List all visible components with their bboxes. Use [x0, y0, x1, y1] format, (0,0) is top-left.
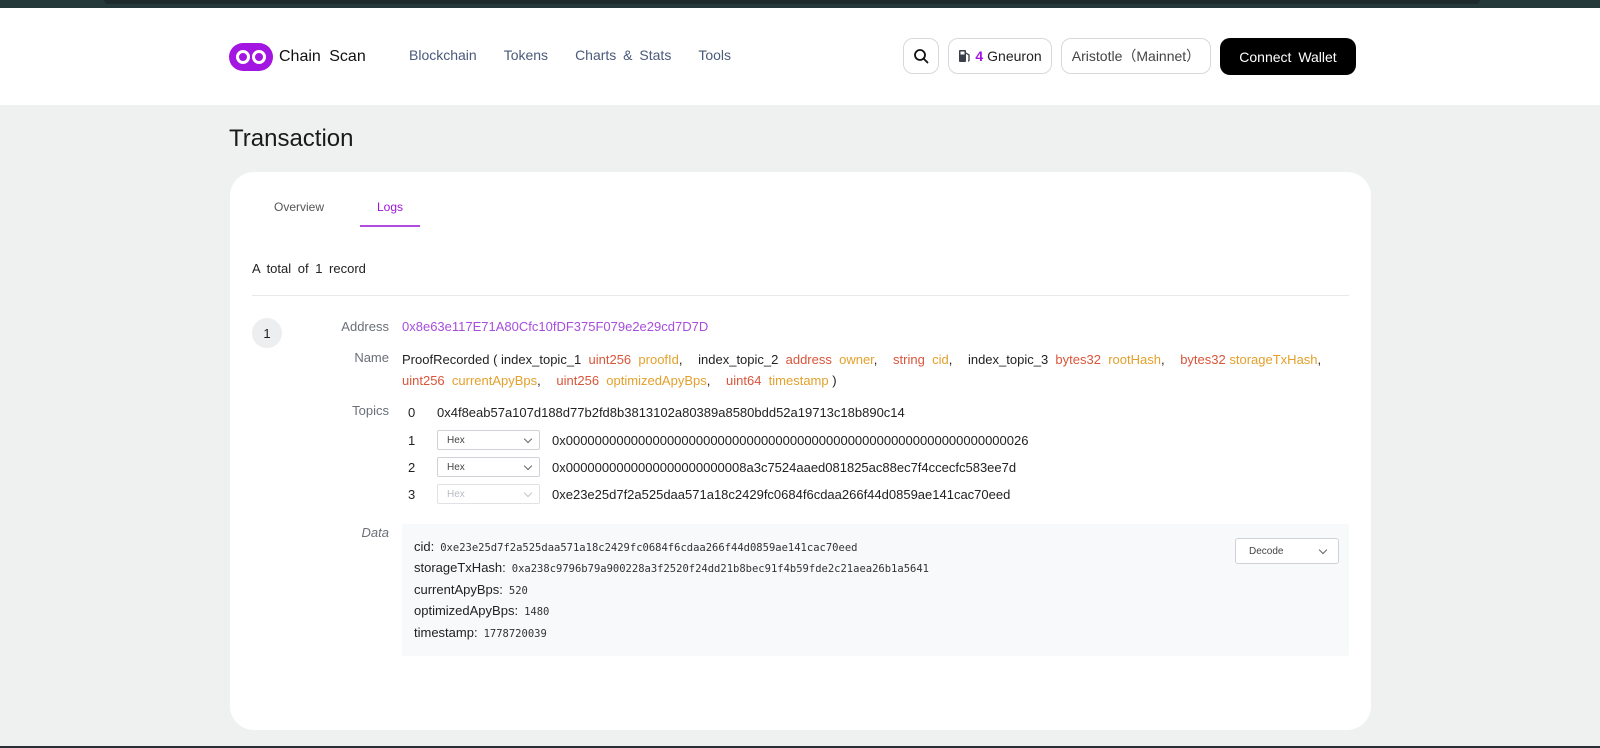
logo[interactable]: Chain Scan — [229, 43, 366, 71]
name-label: Name — [354, 350, 389, 365]
param-name: cid — [932, 352, 949, 367]
gas-unit: Gneuron — [987, 48, 1042, 64]
topic-index: 0 — [408, 404, 416, 420]
gas-price-button[interactable]: 4 Gneuron — [948, 38, 1052, 74]
param-type: uint256 — [402, 373, 445, 388]
topic-format-select[interactable]: Hex — [437, 430, 540, 450]
event-name: ProofRecorded — [402, 352, 490, 367]
network-selector[interactable]: Aristotle（Mainnet） — [1061, 38, 1211, 74]
active-tab-indicator — [360, 225, 420, 227]
data-row: timestamp: 1778720039 — [414, 625, 547, 640]
topic-index: 1 — [408, 432, 416, 448]
nav-blockchain[interactable]: Blockchain — [409, 47, 477, 63]
tab-overview[interactable]: Overview — [274, 200, 324, 214]
param-type: uint64 — [726, 373, 762, 388]
event-signature: ProofRecorded ( index_topic_1 uint256 pr… — [402, 352, 1322, 388]
param-name: owner — [839, 352, 874, 367]
page-title: Transaction — [229, 125, 354, 152]
param-name: proofId — [638, 352, 679, 367]
data-value: 0xa238c9796b79a900228a3f2520f24dd21b8bec… — [511, 563, 929, 575]
connect-wallet-button[interactable]: Connect Wallet — [1220, 38, 1356, 75]
decode-select[interactable]: Decode — [1235, 538, 1339, 564]
gas-pump-icon — [959, 50, 971, 62]
param-prefix: index_topic_2 — [698, 352, 779, 367]
site-header: Chain Scan Blockchain Tokens Charts & St… — [0, 8, 1600, 105]
data-key: storageTxHash: — [414, 560, 506, 575]
top-strip — [0, 0, 1600, 8]
chevron-down-icon — [523, 434, 533, 443]
search-icon — [914, 49, 929, 64]
logo-text: Chain Scan — [279, 48, 366, 65]
param-type: bytes32 — [1180, 352, 1226, 367]
param-name: currentApyBps — [451, 373, 538, 388]
data-label: Data — [361, 525, 389, 540]
data-key: timestamp: — [414, 625, 478, 640]
tab-logs[interactable]: Logs — [377, 200, 403, 214]
topic-row: 3 Hex 0xe23e25d7f2a525daa571a18c2429fc06… — [402, 483, 1010, 505]
address-label: Address — [341, 319, 389, 334]
topic-row: 1 Hex 0x00000000000000000000000000000000… — [402, 429, 1028, 451]
divider — [252, 295, 1349, 296]
record-count: A total of 1 record — [252, 261, 366, 276]
nav-tokens[interactable]: Tokens — [504, 47, 548, 63]
topic-value: 0x4f8eab57a107d188d77b2fd8b3813102a80389… — [437, 404, 905, 420]
data-row: storageTxHash: 0xa238c9796b79a900228a3f2… — [414, 560, 929, 575]
transaction-card: Overview Logs A total of 1 record 1 Addr… — [230, 172, 1371, 730]
param-name: timestamp — [768, 373, 829, 388]
topic-value: 0x0000000000000000000000008a3c7524aaed08… — [552, 459, 1017, 475]
main-nav: Blockchain Tokens Charts & Stats Tools — [409, 47, 731, 63]
data-value: 0xe23e25d7f2a525daa571a18c2429fc0684f6cd… — [440, 542, 858, 554]
param-name: rootHash — [1108, 352, 1161, 367]
data-value: 520 — [508, 585, 528, 597]
nav-charts-stats[interactable]: Charts & Stats — [575, 47, 671, 63]
chevron-down-icon — [523, 488, 533, 497]
param-type: uint256 — [556, 373, 600, 388]
chevron-down-icon — [523, 461, 533, 470]
gas-value: 4 — [975, 48, 984, 64]
data-row: cid: 0xe23e25d7f2a525daa571a18c2429fc068… — [414, 539, 857, 554]
data-value: 1480 — [524, 606, 550, 618]
nav-tools[interactable]: Tools — [698, 47, 731, 63]
topics-label: Topics — [352, 403, 389, 418]
param-type: string — [893, 352, 925, 367]
data-panel: cid: 0xe23e25d7f2a525daa571a18c2429fc068… — [402, 524, 1349, 656]
param-prefix: index_topic_1 — [501, 352, 582, 367]
topic-format-select-disabled: Hex — [437, 484, 540, 504]
data-row: optimizedApyBps: 1480 — [414, 603, 549, 618]
log-index-badge: 1 — [252, 318, 282, 348]
data-value: 1778720039 — [483, 628, 547, 640]
topic-index: 3 — [408, 486, 416, 502]
topic-value: 0xe23e25d7f2a525daa571a18c2429fc0684f6cd… — [552, 486, 1011, 502]
logo-icon — [229, 43, 273, 71]
data-key: currentApyBps: — [414, 582, 503, 597]
param-prefix: index_topic_3 — [967, 352, 1049, 367]
topic-row: 2 Hex 0x0000000000000000000000008a3c7524… — [402, 456, 1016, 478]
search-button[interactable] — [903, 38, 939, 74]
param-name: storageTxHash — [1229, 352, 1318, 367]
param-type: bytes32 — [1055, 352, 1101, 367]
topic-index: 2 — [408, 459, 416, 475]
param-type: uint256 — [588, 352, 632, 367]
topic-format-select[interactable]: Hex — [437, 457, 540, 477]
data-key: cid: — [414, 539, 435, 554]
topic-row: 0 0x4f8eab57a107d188d77b2fd8b3813102a803… — [402, 401, 905, 423]
data-key: optimizedApyBps: — [414, 603, 519, 618]
topic-value: 0x00000000000000000000000000000000000000… — [552, 432, 1029, 448]
data-row: currentApyBps: 520 — [414, 582, 528, 597]
log-address-link[interactable]: 0x8e63e117E71A80Cfc10fDF375F079e2e29cd7D… — [402, 319, 708, 334]
param-name: optimizedApyBps — [606, 373, 707, 388]
chevron-down-icon — [1318, 545, 1328, 554]
param-type: address — [785, 352, 832, 367]
